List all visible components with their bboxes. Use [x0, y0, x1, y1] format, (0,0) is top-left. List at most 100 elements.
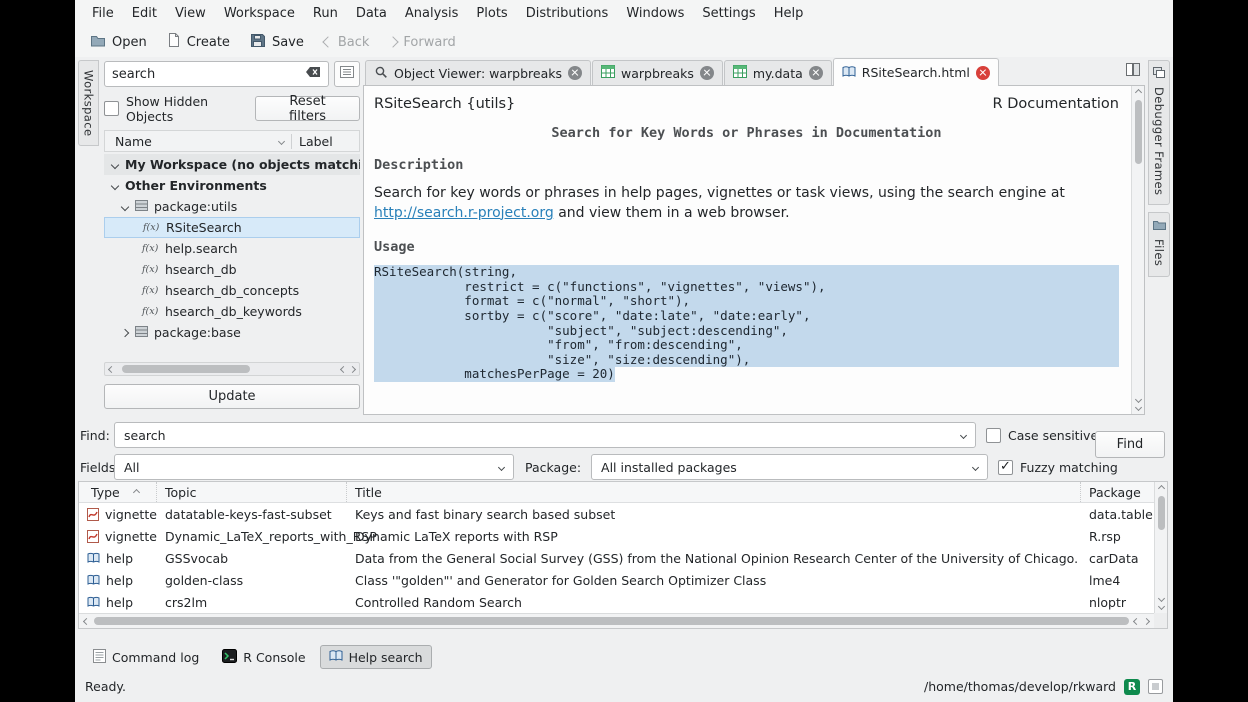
tree-item-rsitesearch[interactable]: f(x) RSiteSearch — [104, 217, 360, 238]
back-button[interactable]: Back — [315, 29, 379, 55]
tab-workspace[interactable]: Workspace — [78, 60, 99, 146]
menu-settings[interactable]: Settings — [693, 0, 764, 27]
chevron-down-icon[interactable] — [498, 463, 505, 470]
menu-analysis[interactable]: Analysis — [396, 0, 468, 27]
tab-my-data[interactable]: my.data — [724, 60, 832, 85]
scroll-down-icon[interactable] — [1157, 603, 1164, 610]
scrollbar-thumb[interactable] — [1158, 496, 1165, 530]
menu-edit[interactable]: Edit — [123, 0, 166, 27]
menu-plots[interactable]: Plots — [467, 0, 516, 27]
scroll-up-icon[interactable] — [1134, 89, 1141, 96]
column-divider[interactable] — [291, 134, 292, 149]
tab-debugger-frames[interactable]: Debugger Frames — [1148, 60, 1170, 205]
reset-filters-button[interactable]: Reset filters — [255, 96, 360, 121]
result-row[interactable]: help crs2lm Controlled Random Search nlo… — [79, 591, 1154, 613]
menu-distributions[interactable]: Distributions — [517, 0, 618, 27]
search-r-project-link[interactable]: http://search.r-project.org — [374, 205, 554, 221]
close-tab-icon[interactable] — [976, 66, 990, 80]
result-row[interactable]: help GSSvocab Data from the General Soci… — [79, 547, 1154, 569]
document-v-scrollbar[interactable] — [1131, 86, 1144, 414]
menu-file[interactable]: File — [83, 0, 123, 27]
save-button[interactable]: Save — [241, 29, 313, 55]
tree-item-help-search[interactable]: f(x) help.search — [104, 238, 360, 259]
find-input[interactable]: search — [114, 422, 976, 448]
find-button[interactable]: Find — [1095, 431, 1165, 458]
sort-dropdown-icon[interactable] — [278, 137, 285, 144]
result-type: help — [106, 595, 133, 610]
open-button[interactable]: Open — [81, 29, 156, 55]
scroll-right-icon[interactable] — [1143, 617, 1150, 624]
tab-command-log[interactable]: Command log — [84, 645, 208, 669]
menu-windows[interactable]: Windows — [617, 0, 693, 27]
tab-warpbreaks[interactable]: warpbreaks — [592, 60, 723, 85]
tab-r-console[interactable]: R Console — [213, 645, 314, 669]
show-hidden-checkbox[interactable] — [104, 101, 119, 116]
tree-column-header[interactable]: Name Label — [104, 130, 360, 152]
close-tab-icon[interactable] — [700, 66, 714, 80]
menu-run[interactable]: Run — [304, 0, 347, 27]
result-row[interactable]: vignette datatable-keys-fast-subset Keys… — [79, 503, 1154, 525]
expander-icon[interactable] — [121, 328, 129, 336]
tab-files[interactable]: Files — [1148, 212, 1170, 276]
tree-item-package-base[interactable]: package:base — [104, 322, 360, 343]
menu-workspace[interactable]: Workspace — [215, 0, 304, 27]
label-column-header[interactable]: Label — [299, 134, 351, 149]
scroll-up-icon[interactable] — [1157, 485, 1164, 492]
create-button[interactable]: Create — [158, 29, 239, 55]
scroll-right-icon[interactable] — [349, 365, 356, 372]
fuzzy-matching-checkbox[interactable] — [998, 460, 1013, 475]
scroll-left-icon[interactable] — [1133, 617, 1140, 624]
workspace-h-scrollbar[interactable] — [104, 362, 360, 376]
type-column-header[interactable]: Type — [79, 482, 157, 502]
filter-options-button[interactable] — [334, 61, 360, 87]
tree-item-label: RSiteSearch — [166, 220, 242, 235]
tree-item-other-environments[interactable]: Other Environments — [104, 175, 360, 196]
forward-button[interactable]: Forward — [380, 29, 464, 55]
scroll-down-icon[interactable] — [1134, 396, 1141, 403]
tree-item-my-workspace[interactable]: My Workspace (no objects matching filter — [104, 154, 360, 175]
tab-object-viewer-warpbreaks[interactable]: Object Viewer: warpbreaks — [365, 60, 591, 85]
chevron-down-icon[interactable] — [960, 431, 967, 438]
close-tab-icon[interactable] — [809, 66, 823, 80]
topic-column-header[interactable]: Topic — [157, 482, 347, 502]
chevron-down-icon[interactable] — [972, 463, 979, 470]
statusbar-widget-icon[interactable] — [1148, 679, 1163, 694]
scroll-down-icon[interactable] — [1134, 404, 1141, 411]
result-row[interactable]: vignette Dynamic_LaTeX_reports_with_RSP … — [79, 525, 1154, 547]
scrollbar-thumb[interactable] — [1135, 100, 1142, 164]
scrollbar-thumb[interactable] — [94, 617, 1129, 625]
scroll-left-icon[interactable] — [108, 365, 115, 372]
object-search-input[interactable]: search — [104, 61, 329, 87]
r-engine-status-icon[interactable]: R — [1124, 679, 1140, 695]
expander-icon[interactable] — [111, 160, 119, 168]
case-sensitive-checkbox[interactable] — [986, 428, 1001, 443]
tab-rsitesearch-html[interactable]: RSiteSearch.html — [833, 58, 999, 86]
close-tab-icon[interactable] — [568, 66, 582, 80]
split-view-button[interactable] — [1126, 63, 1140, 80]
usage-code-block[interactable]: RSiteSearch(string, restrict = c("functi… — [374, 265, 1119, 382]
clear-search-icon[interactable] — [305, 66, 321, 82]
tab-help-search[interactable]: Help search — [320, 645, 432, 669]
scroll-left-icon[interactable] — [83, 617, 90, 624]
scroll-left-icon[interactable] — [340, 365, 347, 372]
result-row[interactable]: help golden-class Class '"golden"' and G… — [79, 569, 1154, 591]
fields-select[interactable]: All — [114, 454, 514, 480]
tree-item-hsearch-db-concepts[interactable]: f(x) hsearch_db_concepts — [104, 280, 360, 301]
title-column-header[interactable]: Title — [347, 482, 1081, 502]
tree-item-hsearch-db[interactable]: f(x) hsearch_db — [104, 259, 360, 280]
menu-data[interactable]: Data — [347, 0, 396, 27]
package-select[interactable]: All installed packages — [591, 454, 988, 480]
expander-icon[interactable] — [121, 202, 129, 210]
menu-view[interactable]: View — [166, 0, 215, 27]
scrollbar-thumb[interactable] — [122, 365, 250, 373]
name-column-header[interactable]: Name — [115, 134, 279, 149]
expander-icon[interactable] — [111, 181, 119, 189]
results-v-scrollbar[interactable] — [1154, 482, 1167, 613]
update-button[interactable]: Update — [104, 384, 360, 409]
tree-item-package-utils[interactable]: package:utils — [104, 196, 360, 217]
tree-item-hsearch-db-keywords[interactable]: f(x) hsearch_db_keywords — [104, 301, 360, 322]
scroll-down-icon[interactable] — [1157, 595, 1164, 602]
results-h-scrollbar[interactable] — [79, 613, 1154, 628]
menu-help[interactable]: Help — [765, 0, 813, 27]
package-column-header[interactable]: Package — [1081, 482, 1154, 502]
